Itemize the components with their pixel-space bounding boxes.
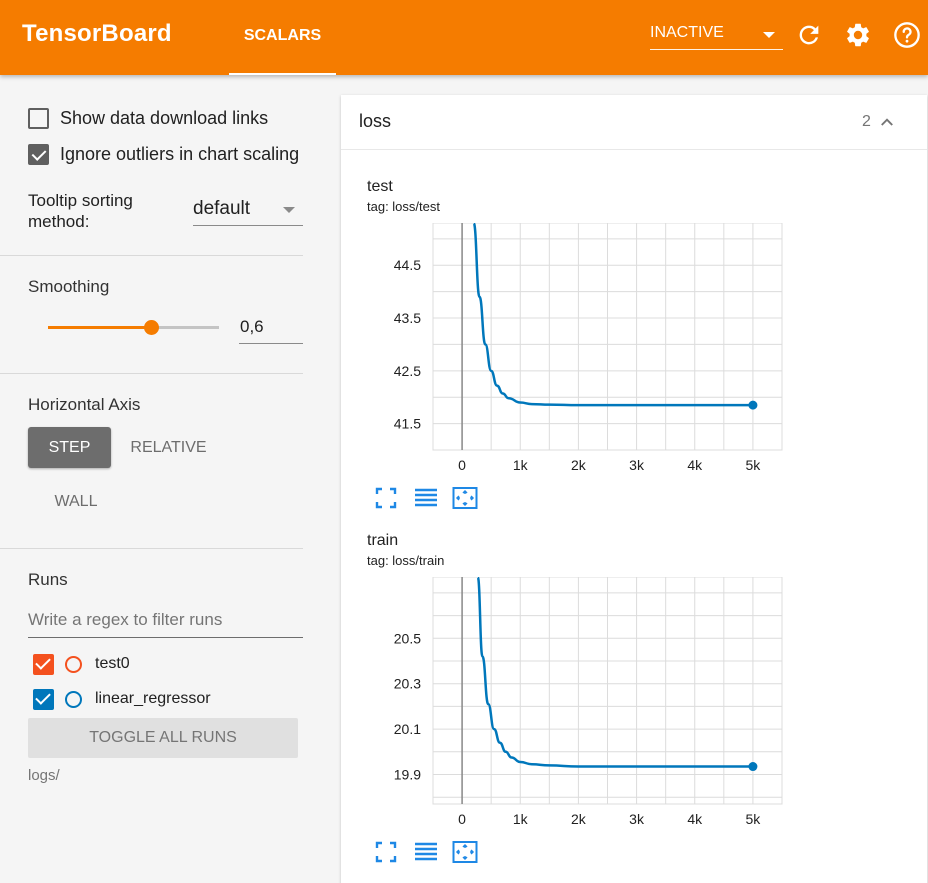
axis-step-button[interactable]: STEP (28, 427, 111, 468)
sidebar: Show data download links Ignore outliers… (0, 75, 322, 883)
axis-relative-button[interactable]: RELATIVE (122, 427, 215, 468)
y-tick-label: 42.5 (394, 363, 421, 379)
tab-active-indicator (229, 73, 336, 75)
tab-scalars[interactable]: SCALARS (229, 0, 336, 75)
log-scale-icon[interactable] (413, 485, 439, 511)
tooltip-sorting-value: default (193, 198, 251, 219)
x-tick-label: 3k (629, 457, 645, 473)
x-tick-label: 4k (687, 811, 703, 827)
x-tick-label: 0 (458, 811, 466, 827)
x-tick-label: 2k (571, 457, 587, 473)
chart-title: test (367, 178, 393, 195)
series-line (472, 223, 753, 407)
run-item-test0[interactable]: test0 (33, 653, 130, 675)
smoothing-value-input[interactable]: 0,6 (239, 316, 303, 344)
last-point-marker (748, 762, 758, 772)
show-download-links-checkbox[interactable]: Show data download links (28, 106, 303, 130)
y-tick-label: 41.5 (394, 416, 421, 432)
run-name: linear_regressor (95, 690, 211, 707)
loss-test-chart[interactable]: 44.5 43.5 42.5 41.5 0 1k 2k 3k 4k 5k (377, 223, 797, 483)
tooltip-sorting-select[interactable]: default (193, 196, 303, 226)
run-checkbox[interactable] (33, 688, 54, 710)
y-tick-label: 20.5 (394, 630, 421, 646)
loss-card: loss 2 test tag: loss/test 44.5 43.5 42.5 4… (341, 95, 927, 883)
x-tick-label: 2k (571, 811, 587, 827)
axis-wall-button[interactable]: WALL (36, 481, 116, 522)
card-header[interactable]: loss 2 (341, 95, 927, 150)
ignore-outliers-checkbox[interactable]: Ignore outliers in chart scaling (28, 142, 303, 166)
top-app-bar: TensorBoard SCALARS INACTIVE (0, 0, 928, 75)
run-color-radio[interactable] (65, 690, 82, 708)
y-tick-label: 20.3 (394, 676, 421, 692)
run-checkbox[interactable] (33, 653, 54, 675)
run-item-linear-regressor[interactable]: linear_regressor (33, 688, 211, 710)
checkbox-box-checked[interactable] (28, 143, 49, 165)
horizontal-axis-title: Horizontal Axis (28, 395, 141, 414)
fit-domain-icon[interactable] (452, 485, 478, 511)
chevron-down-icon (283, 207, 295, 213)
settings-gear-icon[interactable] (844, 21, 872, 49)
x-tick-label: 1k (513, 811, 529, 827)
card-title: loss (359, 111, 392, 131)
chevron-up-icon[interactable] (878, 113, 896, 131)
chart-tag: tag: loss/train (367, 553, 445, 568)
series-line (476, 577, 753, 768)
run-name: test0 (95, 655, 130, 672)
chevron-down-icon (763, 32, 775, 38)
smoothing-title: Smoothing (28, 277, 110, 296)
tab-scalars-label: SCALARS (243, 27, 322, 44)
card-count: 2 (862, 113, 871, 130)
status-select[interactable]: INACTIVE (650, 22, 783, 50)
show-download-links-label: Show data download links (60, 107, 269, 128)
section-divider (0, 548, 303, 549)
smoothing-slider-thumb[interactable] (143, 320, 159, 335)
fullscreen-icon[interactable] (373, 485, 399, 511)
last-point-marker (748, 400, 758, 410)
x-tick-label: 5k (746, 457, 762, 473)
runs-title: Runs (28, 570, 68, 589)
tooltip-sorting-label: Tooltip sorting method: (28, 191, 133, 231)
loss-train-chart[interactable]: 20.5 20.3 20.1 19.9 0 1k 2k 3k 4k 5k (377, 577, 797, 837)
y-tick-label: 19.9 (394, 766, 421, 782)
help-icon[interactable] (893, 21, 921, 49)
ignore-outliers-label: Ignore outliers in chart scaling (60, 143, 300, 164)
fit-domain-icon[interactable] (452, 839, 478, 865)
checkbox-box[interactable] (28, 107, 49, 129)
run-color-radio[interactable] (65, 655, 82, 673)
x-tick-label: 3k (629, 811, 645, 827)
smoothing-slider[interactable] (48, 320, 219, 335)
y-tick-label: 43.5 (394, 310, 421, 326)
app-title: TensorBoard (22, 20, 172, 47)
status-select-value: INACTIVE (650, 24, 724, 41)
runs-filter-input[interactable]: Write a regex to filter runs (28, 606, 303, 638)
log-scale-icon[interactable] (413, 839, 439, 865)
x-tick-label: 5k (746, 811, 762, 827)
x-tick-label: 0 (458, 457, 466, 473)
fullscreen-icon[interactable] (373, 839, 399, 865)
refresh-icon[interactable] (795, 21, 823, 49)
x-tick-label: 1k (513, 457, 529, 473)
section-divider (0, 373, 303, 374)
y-tick-label: 20.1 (394, 721, 421, 737)
chart-tag: tag: loss/test (367, 199, 440, 214)
toggle-all-runs-button[interactable]: TOGGLE ALL RUNS (28, 718, 298, 758)
smoothing-slider-fill (48, 326, 151, 329)
chart-title: train (367, 532, 399, 549)
x-tick-label: 4k (687, 457, 703, 473)
y-tick-label: 44.5 (394, 257, 421, 273)
log-directory: logs/ (28, 767, 60, 784)
section-divider (0, 255, 303, 256)
